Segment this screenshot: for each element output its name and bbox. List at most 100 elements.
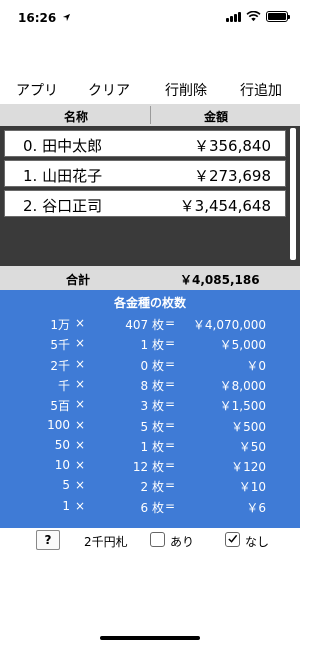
- total-value: ￥4,085,186: [180, 273, 260, 287]
- two-thousand-no-checkbox[interactable]: [225, 532, 240, 547]
- denomination-label: 5百: [50, 399, 70, 414]
- times-sign: ×: [75, 356, 86, 371]
- total-bar: 合計 ￥4,085,186: [0, 266, 300, 290]
- count-unit: 枚: [151, 439, 164, 454]
- two-thousand-yes-checkbox[interactable]: [150, 532, 165, 547]
- times-sign: ×: [75, 417, 86, 432]
- count-number: 8: [140, 378, 149, 393]
- column-name-header: 名称: [64, 110, 89, 124]
- list-item-name: 2. 谷口正司: [23, 197, 103, 215]
- help-button[interactable]: ?: [36, 530, 60, 550]
- add-row-button[interactable]: 行追加: [240, 80, 282, 100]
- denomination-breakdown: 各金種の枚数 1万 × 407 枚 = ￥4,070,000 5千 × 1 枚 = ￥5,000 2…: [0, 290, 300, 528]
- equals-sign: =: [165, 478, 176, 493]
- count-value: 8 枚: [141, 377, 164, 394]
- count-value: 6 枚: [141, 499, 164, 516]
- wifi-icon: [246, 11, 261, 22]
- subtotal-value: ￥0: [246, 358, 266, 373]
- count-number: 407: [125, 318, 149, 332]
- denomination-label: 1: [62, 498, 70, 513]
- column-divider: [150, 106, 151, 124]
- status-bar: 16:26: [0, 0, 300, 34]
- breakdown-row: 100 × 5 枚 = ￥500: [0, 418, 300, 438]
- count-unit: 枚: [151, 480, 164, 495]
- list-item[interactable]: 1. 山田花子 ￥273,698: [4, 160, 286, 187]
- two-thousand-yen-label: 2千円札: [84, 535, 128, 549]
- denomination-label: 10: [54, 458, 70, 473]
- subtotal-value: ￥4,070,000: [192, 318, 266, 332]
- subtotal-value: ￥120: [231, 460, 266, 475]
- subtotal-value: ￥6: [246, 500, 266, 515]
- two-thousand-no-label: なし: [245, 535, 270, 549]
- denomination-label: 5: [62, 478, 70, 493]
- count-unit: 枚: [151, 399, 164, 414]
- count-value: 12 枚: [133, 458, 164, 475]
- count-value: 1 枚: [141, 438, 164, 455]
- equals-sign: =: [165, 397, 176, 412]
- checkmark-icon: [228, 534, 238, 543]
- count-unit: 枚: [151, 460, 164, 475]
- count-value: 1 枚: [141, 336, 164, 353]
- list-item-amount: ￥273,698: [193, 167, 271, 185]
- count-number: 5: [140, 419, 149, 434]
- count-unit: 枚: [151, 378, 164, 393]
- breakdown-row: 5千 × 1 枚 = ￥5,000: [0, 336, 300, 356]
- equals-sign: =: [165, 336, 176, 351]
- count-number: 2: [140, 480, 149, 495]
- subtotal-value: ￥50: [238, 439, 266, 454]
- times-sign: ×: [75, 437, 86, 452]
- column-header: 名称 金額: [0, 104, 300, 126]
- breakdown-row: 1 × 6 枚 = ￥6: [0, 499, 300, 519]
- count-unit: 枚: [151, 358, 164, 373]
- list-item-name: 1. 山田花子: [23, 167, 103, 185]
- count-value: 3 枚: [141, 397, 164, 414]
- times-sign: ×: [75, 458, 86, 473]
- count-number: 3: [140, 399, 149, 414]
- list-item-name: 0. 田中太郎: [23, 137, 103, 155]
- count-number: 1: [140, 338, 149, 353]
- breakdown-row: 2千 × 0 枚 = ￥0: [0, 357, 300, 377]
- cellular-signal-icon: [226, 11, 241, 22]
- status-icons: [226, 11, 290, 22]
- clear-button[interactable]: クリア: [88, 80, 130, 100]
- count-number: 1: [140, 439, 149, 454]
- equals-sign: =: [165, 376, 176, 391]
- count-number: 6: [140, 500, 149, 515]
- delete-row-button[interactable]: 行削除: [165, 80, 207, 100]
- denomination-label: 100: [47, 417, 70, 432]
- equals-sign: =: [165, 458, 176, 473]
- count-number: 12: [132, 460, 149, 475]
- app-button[interactable]: アプリ: [16, 80, 58, 100]
- list-scrollbar[interactable]: [290, 128, 296, 260]
- breakdown-row: 1万 × 407 枚 = ￥4,070,000: [0, 316, 300, 336]
- equals-sign: =: [165, 356, 176, 371]
- count-number: 0: [140, 358, 149, 373]
- denomination-label: 1万: [50, 318, 70, 332]
- subtotal-value: ￥500: [231, 419, 266, 434]
- count-value: 2 枚: [141, 478, 164, 495]
- subtotal-value: ￥5,000: [219, 338, 266, 353]
- toolbar: アプリ クリア 行削除 行追加: [0, 78, 300, 100]
- list-item[interactable]: 2. 谷口正司 ￥3,454,648: [4, 190, 286, 217]
- breakdown-row: 5 × 2 枚 = ￥10: [0, 478, 300, 498]
- count-unit: 枚: [151, 500, 164, 515]
- subtotal-value: ￥1,500: [219, 399, 266, 414]
- battery-icon: [266, 11, 290, 22]
- home-indicator: [100, 636, 200, 640]
- breakdown-row: 10 × 12 枚 = ￥120: [0, 458, 300, 478]
- count-unit: 枚: [151, 419, 164, 434]
- list-item-amount: ￥3,454,648: [179, 197, 271, 215]
- breakdown-row: 50 × 1 枚 = ￥50: [0, 438, 300, 458]
- breakdown-title: 各金種の枚数: [113, 296, 186, 310]
- breakdown-row: 5百 × 3 枚 = ￥1,500: [0, 397, 300, 417]
- location-arrow-icon: [63, 13, 71, 22]
- times-sign: ×: [75, 397, 86, 412]
- denomination-label: 千: [57, 378, 70, 393]
- equals-sign: =: [165, 437, 176, 452]
- status-time: 16:26: [18, 11, 71, 25]
- times-sign: ×: [75, 316, 86, 330]
- person-list[interactable]: 0. 田中太郎 ￥356,840 1. 山田花子 ￥273,698 2. 谷口正…: [0, 126, 300, 266]
- breakdown-row: 千 × 8 枚 = ￥8,000: [0, 377, 300, 397]
- list-item[interactable]: 0. 田中太郎 ￥356,840: [4, 130, 286, 157]
- times-sign: ×: [75, 376, 86, 391]
